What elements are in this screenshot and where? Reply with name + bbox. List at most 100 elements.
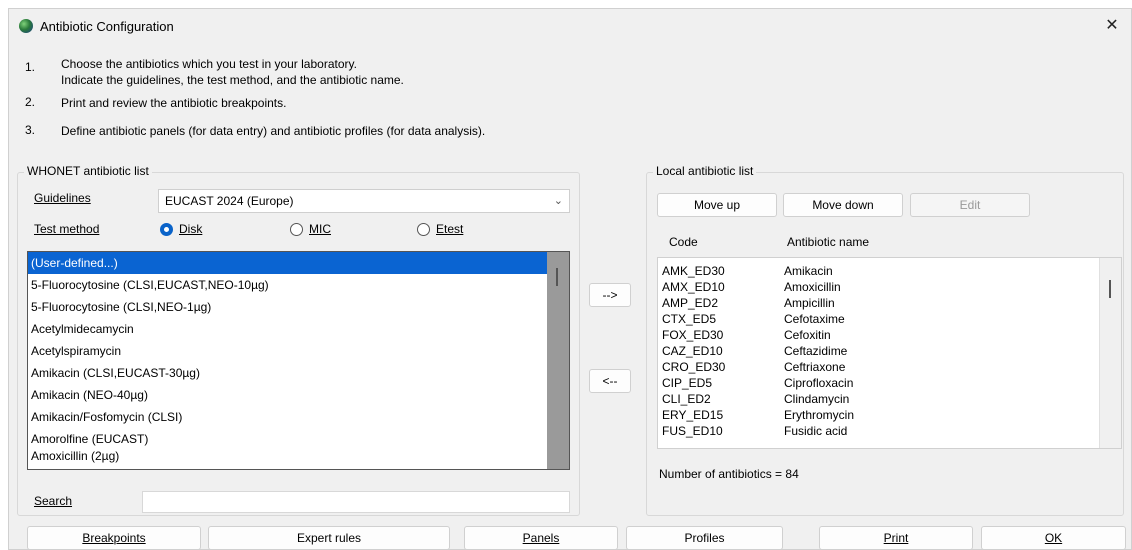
- step-number: 3.: [25, 123, 36, 137]
- list-item[interactable]: (User-defined...): [28, 252, 569, 274]
- antibiotic-count: Number of antibiotics = 84: [659, 467, 799, 481]
- globe-icon: [19, 19, 33, 33]
- expert-rules-button[interactable]: Expert rules: [208, 526, 450, 549]
- table-row[interactable]: FOX_ED30 Cefoxitin: [658, 328, 1121, 342]
- list-item[interactable]: Acetylspiramycin: [28, 340, 569, 362]
- ok-label: OK: [1044, 531, 1063, 545]
- radio-selected-icon: [160, 222, 173, 236]
- row-name: Ceftazidime: [784, 344, 848, 358]
- step-text-line: Choose the antibiotics which you test in…: [61, 57, 357, 71]
- test-method-label-text: Test method: [34, 222, 100, 236]
- step-number: 1.: [25, 60, 36, 74]
- list-item[interactable]: Amikacin (NEO-40µg): [28, 384, 569, 406]
- radio-mic[interactable]: MIC: [290, 222, 331, 236]
- local-antibiotic-list-group: Local antibiotic list Move up Move down …: [646, 164, 1124, 516]
- panels-button[interactable]: Panels: [464, 526, 618, 549]
- radio-disk-label: Disk: [179, 222, 203, 236]
- radio-mic-label: MIC: [309, 222, 331, 236]
- search-input[interactable]: [142, 491, 570, 513]
- row-name: Ceftriaxone: [784, 360, 846, 374]
- list-item[interactable]: Amikacin (CLSI,EUCAST-30µg): [28, 362, 569, 384]
- local-list-scrollbar[interactable]: [1099, 258, 1121, 448]
- row-code: CAZ_ED10: [662, 344, 723, 358]
- list-item[interactable]: 5-Fluorocytosine (CLSI,NEO-1µg): [28, 296, 569, 318]
- move-down-button[interactable]: Move down: [783, 193, 903, 217]
- column-header-code: Code: [669, 235, 698, 249]
- whonet-antibiotic-list-group: WHONET antibiotic list Guidelines EUCAST…: [17, 164, 580, 516]
- local-list-legend: Local antibiotic list: [653, 164, 757, 178]
- row-name: Erythromycin: [784, 408, 855, 422]
- list-item[interactable]: 5-Fluorocytosine (CLSI,EUCAST,NEO-10µg): [28, 274, 569, 296]
- row-name: Amikacin: [784, 264, 833, 278]
- table-row[interactable]: CLI_ED2 Clindamycin: [658, 392, 1121, 406]
- row-code: AMP_ED2: [662, 296, 719, 310]
- table-row[interactable]: AMX_ED10 Amoxicillin: [658, 280, 1121, 294]
- edit-button[interactable]: Edit: [910, 193, 1030, 217]
- ok-button[interactable]: OK: [981, 526, 1126, 549]
- whonet-antibiotic-listbox[interactable]: (User-defined...) 5-Fluorocytosine (CLSI…: [27, 251, 570, 470]
- table-row[interactable]: CRO_ED30 Ceftriaxone: [658, 360, 1121, 374]
- search-label: Search: [34, 494, 72, 508]
- list-scrollbar[interactable]: [547, 252, 569, 469]
- breakpoints-label: Breakpoints: [82, 531, 146, 545]
- row-name: Ampicillin: [784, 296, 835, 310]
- row-name: Fusidic acid: [784, 424, 848, 438]
- row-name: Cefotaxime: [784, 312, 845, 326]
- step-number: 2.: [25, 95, 36, 109]
- row-code: FOX_ED30: [662, 328, 724, 342]
- radio-disk[interactable]: Disk: [160, 222, 202, 236]
- print-button[interactable]: Print: [819, 526, 973, 549]
- table-row[interactable]: CTX_ED5 Cefotaxime: [658, 312, 1121, 326]
- guidelines-label-text: Guidelines: [34, 191, 91, 205]
- row-code: ERY_ED15: [662, 408, 724, 422]
- breakpoints-button[interactable]: Breakpoints: [27, 526, 201, 549]
- row-code: AMX_ED10: [662, 280, 725, 294]
- radio-unselected-icon: [290, 222, 303, 236]
- local-antibiotic-listbox[interactable]: AMK_ED30 Amikacin AMX_ED10 Amoxicillin AMP…: [657, 257, 1122, 449]
- chevron-down-icon: ⌄: [553, 195, 563, 207]
- test-method-label: Test method: [34, 222, 99, 236]
- column-header-antibiotic-name: Antibiotic name: [787, 235, 870, 249]
- row-name: Ciprofloxacin: [784, 376, 854, 390]
- list-item[interactable]: Amikacin/Fosfomycin (CLSI): [28, 406, 569, 428]
- add-antibiotic-button[interactable]: -->: [589, 283, 631, 307]
- table-row[interactable]: CAZ_ED10 Ceftazidime: [658, 344, 1121, 358]
- guidelines-label: Guidelines: [34, 191, 91, 205]
- step-2: 2. Print and review the antibiotic break…: [25, 95, 725, 113]
- radio-unselected-icon: [417, 222, 430, 236]
- close-icon[interactable]: ✕: [1101, 15, 1123, 37]
- table-row[interactable]: AMK_ED30 Amikacin: [658, 264, 1121, 278]
- row-code: AMK_ED30: [662, 264, 725, 278]
- row-name: Cefoxitin: [784, 328, 831, 342]
- table-row[interactable]: FUS_ED10 Fusidic acid: [658, 424, 1121, 438]
- list-item[interactable]: Amoxicillin (2µg): [28, 445, 569, 467]
- search-label-text: Search: [34, 494, 73, 508]
- table-row[interactable]: ERY_ED15 Erythromycin: [658, 408, 1121, 422]
- table-row[interactable]: AMP_ED2 Ampicillin: [658, 296, 1121, 310]
- table-row[interactable]: CIP_ED5 Ciprofloxacin: [658, 376, 1121, 390]
- step-text-line: Indicate the guidelines, the test method…: [61, 73, 404, 87]
- whonet-list-legend: WHONET antibiotic list: [24, 164, 152, 178]
- step-3: 3. Define antibiotic panels (for data en…: [25, 123, 725, 141]
- scrollbar-thumb[interactable]: [556, 268, 558, 286]
- panels-label: Panels: [522, 531, 560, 545]
- row-name: Clindamycin: [784, 392, 850, 406]
- profiles-button[interactable]: Profiles: [626, 526, 783, 549]
- step-text-line: Print and review the antibiotic breakpoi…: [61, 96, 287, 110]
- remove-antibiotic-button[interactable]: <--: [589, 369, 631, 393]
- radio-etest[interactable]: Etest: [417, 222, 463, 236]
- move-up-button[interactable]: Move up: [657, 193, 777, 217]
- window-title: Antibiotic Configuration: [40, 19, 174, 34]
- list-item[interactable]: Acetylmidecamycin: [28, 318, 569, 340]
- row-code: CRO_ED30: [662, 360, 726, 374]
- step-text-line: Define antibiotic panels (for data entry…: [61, 124, 486, 138]
- guidelines-select[interactable]: EUCAST 2024 (Europe) ⌄: [158, 189, 570, 213]
- guidelines-value: EUCAST 2024 (Europe): [165, 194, 294, 208]
- scrollbar-thumb[interactable]: [1109, 280, 1111, 298]
- print-label: Print: [883, 531, 909, 545]
- row-code: CIP_ED5: [662, 376, 713, 390]
- row-code: CTX_ED5: [662, 312, 717, 326]
- row-code: FUS_ED10: [662, 424, 723, 438]
- step-1: 1. Choose the antibiotics which you test…: [25, 56, 725, 90]
- antibiotic-configuration-window: Antibiotic Configuration ✕ 1. Choose the…: [8, 8, 1132, 550]
